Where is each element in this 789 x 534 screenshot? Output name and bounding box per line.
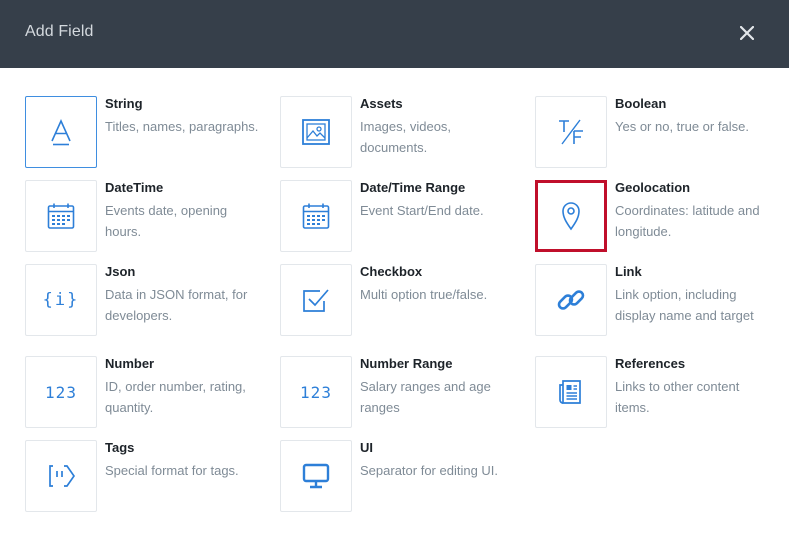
- field-name: Checkbox: [360, 264, 423, 279]
- field-tile[interactable]: 123: [280, 356, 352, 428]
- field-name: Geolocation: [615, 180, 691, 195]
- field-description: Special format for tags.: [105, 463, 239, 478]
- field-description: ID, order number, rating, quantity.: [105, 379, 246, 415]
- field-name: Date/Time Range: [360, 180, 466, 195]
- field-name: Link: [615, 264, 642, 279]
- field-description: Link option, including display name and …: [615, 287, 754, 323]
- field-tile[interactable]: [25, 440, 97, 512]
- dialog-header: Add Field: [0, 0, 789, 68]
- braces-icon: {i}: [42, 290, 80, 310]
- monitor-icon: [302, 463, 330, 489]
- field-description: Titles, names, paragraphs.: [105, 119, 259, 134]
- field-name: Number Range: [360, 356, 453, 371]
- field-name: String: [105, 96, 143, 111]
- field-tile[interactable]: [535, 356, 607, 428]
- dialog-title: Add Field: [25, 23, 94, 40]
- field-description: Data in JSON format, for developers.: [105, 287, 248, 323]
- checkbox-icon: [303, 289, 329, 312]
- field-tile[interactable]: [25, 96, 97, 168]
- field-description: Images, videos, documents.: [360, 119, 452, 155]
- field-description: Salary ranges and age ranges: [360, 379, 491, 415]
- field-description: Event Start/End date.: [360, 203, 484, 218]
- field-tile[interactable]: 123: [25, 356, 97, 428]
- field-name: References: [615, 356, 686, 371]
- references-icon: [559, 380, 581, 404]
- field-tile[interactable]: [25, 180, 97, 252]
- field-description: Coordinates: latitude and longitude.: [615, 203, 760, 239]
- link-icon: [557, 290, 585, 310]
- field-name: Number: [105, 356, 155, 371]
- field-description: Events date, opening hours.: [105, 203, 228, 239]
- calendar-icon: [302, 203, 330, 229]
- tag-icon: [49, 465, 75, 487]
- field-name: UI: [360, 440, 373, 455]
- field-name: Tags: [105, 440, 135, 455]
- field-tile[interactable]: {i}: [25, 264, 97, 336]
- field-tile[interactable]: [280, 96, 352, 168]
- field-name: Json: [105, 264, 136, 279]
- field-name: Assets: [360, 96, 403, 111]
- field-name: DateTime: [105, 180, 164, 195]
- field-tile[interactable]: [535, 96, 607, 168]
- field-description: Separator for editing UI.: [360, 463, 499, 478]
- field-tile[interactable]: [280, 180, 352, 252]
- number-icon: 123: [45, 382, 77, 402]
- close-icon: [740, 26, 754, 40]
- field-description: Multi option true/false.: [360, 287, 488, 302]
- field-name: Boolean: [615, 96, 667, 111]
- field-tile-highlighted[interactable]: [535, 180, 607, 252]
- image-icon: [302, 119, 330, 145]
- field-description: Links to other content items.: [615, 379, 740, 415]
- text-a-icon: [51, 119, 71, 146]
- field-tile[interactable]: [280, 440, 352, 512]
- field-tile[interactable]: [280, 264, 352, 336]
- true-false-icon: [559, 119, 583, 145]
- map-pin-icon: [562, 202, 580, 231]
- number-range-icon: 123: [300, 382, 332, 402]
- field-description: Yes or no, true or false.: [615, 119, 749, 134]
- close-button[interactable]: [731, 17, 763, 49]
- calendar-icon: [47, 203, 75, 229]
- field-tile[interactable]: [535, 264, 607, 336]
